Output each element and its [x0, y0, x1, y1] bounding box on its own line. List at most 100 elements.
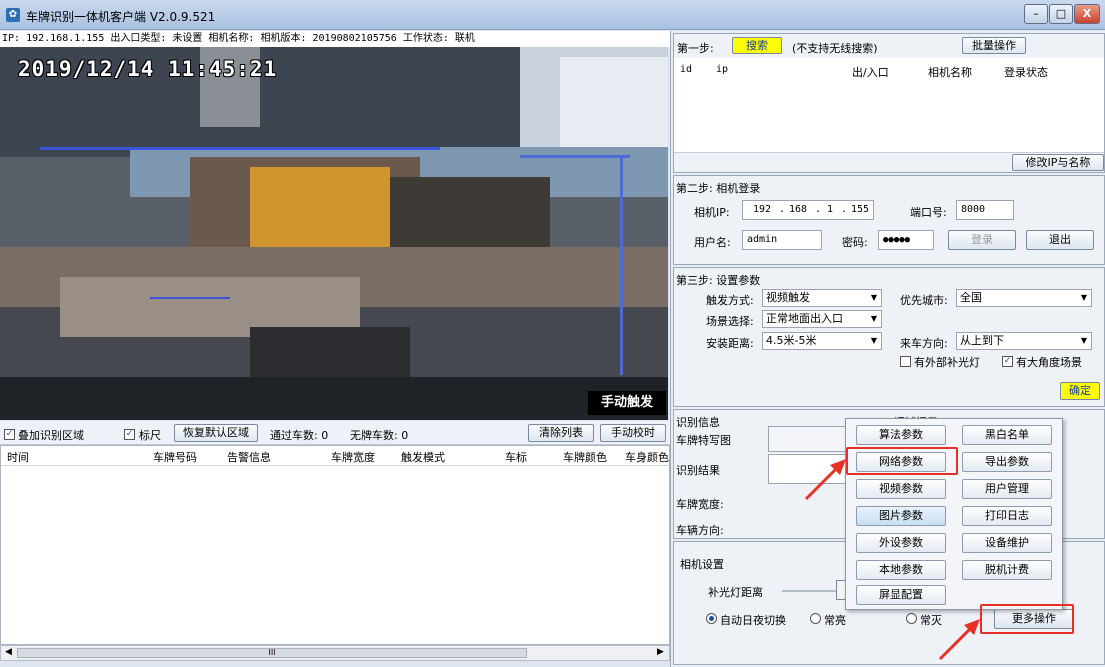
- column-header[interactable]: 时间: [7, 449, 29, 465]
- external-light-label: 有外部补光灯: [914, 356, 980, 369]
- device-maintenance-button[interactable]: 设备维护: [962, 533, 1052, 553]
- video-params-button[interactable]: 视频参数: [856, 479, 946, 499]
- column-header[interactable]: 触发模式: [401, 449, 445, 465]
- video-timestamp: 2019/12/14 11:45:21: [18, 57, 278, 81]
- column-header[interactable]: 车牌颜色: [563, 449, 607, 465]
- always-off-radio[interactable]: [906, 613, 917, 624]
- overlay-region-label: 叠加识别区域: [18, 429, 84, 442]
- column-header[interactable]: 车牌号码: [153, 449, 197, 465]
- port-label: 端口号:: [910, 206, 947, 219]
- manual-trigger-overlay[interactable]: 手动触发: [588, 391, 666, 415]
- video-preview[interactable]: 2019/12/14 11:45:21 手动触发: [0, 47, 668, 420]
- ruler-label: 标尺: [139, 429, 161, 442]
- column-header[interactable]: id: [680, 64, 692, 75]
- print-log-button[interactable]: 打印日志: [962, 506, 1052, 526]
- passed-count-label: 通过车数: 0: [270, 429, 329, 442]
- red-arrow-icon: [938, 619, 980, 661]
- screen-display-config-button[interactable]: 屏显配置: [856, 585, 946, 605]
- checkbox-checked-icon: ✓: [1002, 355, 1013, 367]
- app-icon: ✿: [6, 8, 20, 22]
- column-header[interactable]: 车身颜色: [625, 449, 669, 465]
- step2-title: 第二步: 相机登录: [676, 182, 761, 195]
- logout-button[interactable]: 退出: [1026, 230, 1094, 250]
- table-header: 时间 车牌号码 告警信息 车牌宽度 触发模式 车标 车牌颜色 车身颜色: [1, 446, 669, 466]
- step3-title: 第三步: 设置参数: [676, 274, 761, 287]
- manual-calibrate-button[interactable]: 手动校时: [600, 424, 666, 442]
- port-input[interactable]: 8000: [956, 200, 1014, 220]
- horizontal-scrollbar[interactable]: ◀ III ▶: [0, 645, 670, 661]
- login-button[interactable]: 登录: [948, 230, 1016, 250]
- peripheral-params-button[interactable]: 外设参数: [856, 533, 946, 553]
- algorithm-params-button[interactable]: 算法参数: [856, 425, 946, 445]
- results-table[interactable]: 时间 车牌号码 告警信息 车牌宽度 触发模式 车标 车牌颜色 车身颜色: [0, 445, 670, 645]
- auto-daynight-radio[interactable]: [706, 613, 717, 624]
- scene-label: 场景选择:: [706, 315, 754, 328]
- trigger-mode-label: 触发方式:: [706, 294, 754, 307]
- wide-angle-label: 有大角度场景: [1016, 356, 1082, 369]
- dropdown-arrow-icon: ▼: [1080, 293, 1087, 302]
- more-operations-highlight: [980, 604, 1074, 634]
- offline-billing-button[interactable]: 脱机计费: [962, 560, 1052, 580]
- column-header[interactable]: ip: [716, 64, 728, 75]
- column-header[interactable]: 车牌宽度: [331, 449, 375, 465]
- ip-octet: 1: [827, 204, 834, 215]
- red-arrow-icon: [804, 459, 846, 501]
- step1-label: 第一步:: [677, 42, 714, 55]
- trigger-mode-select[interactable]: 视频触发 ▼: [762, 289, 882, 307]
- maximize-button[interactable]: □: [1049, 4, 1073, 24]
- plate-image-label: 车牌特写图: [676, 434, 731, 447]
- always-on-radio[interactable]: [810, 613, 821, 624]
- clear-list-button[interactable]: 清除列表: [528, 424, 594, 442]
- ruler-checkbox[interactable]: ✓: [124, 427, 135, 440]
- search-button[interactable]: 搜索: [732, 37, 782, 54]
- column-header[interactable]: 登录状态: [1004, 64, 1048, 80]
- username-label: 用户名:: [694, 236, 731, 249]
- always-on-label: 常亮: [824, 614, 846, 627]
- recognition-title: 识别信息: [676, 416, 720, 429]
- scroll-thumb[interactable]: III: [17, 648, 527, 658]
- dropdown-arrow-icon: ▼: [870, 293, 877, 302]
- column-header[interactable]: 出/入口: [852, 64, 889, 80]
- step3-panel: 第三步: 设置参数 触发方式: 视频触发 ▼ 优先城市: 全国 ▼ 场景选择: 正常…: [673, 267, 1105, 407]
- ip-octet: 192: [753, 204, 772, 215]
- result-label: 识别结果: [676, 464, 720, 477]
- scroll-right-icon[interactable]: ▶: [657, 647, 664, 657]
- username-input[interactable]: admin: [742, 230, 822, 250]
- auto-daynight-label: 自动日夜切换: [720, 614, 786, 627]
- network-params-highlight: [846, 447, 958, 475]
- blacklist-whitelist-button[interactable]: 黑白名单: [962, 425, 1052, 445]
- password-label: 密码:: [842, 236, 868, 249]
- wide-angle-checkbox[interactable]: ✓: [1002, 354, 1013, 367]
- local-params-button[interactable]: 本地参数: [856, 560, 946, 580]
- overlay-region-checkbox[interactable]: ✓: [4, 427, 15, 440]
- column-header[interactable]: 告警信息: [227, 449, 271, 465]
- user-management-button[interactable]: 用户管理: [962, 479, 1052, 499]
- image-params-button[interactable]: 图片参数: [856, 506, 946, 526]
- scene-select[interactable]: 正常地面出入口 ▼: [762, 310, 882, 328]
- no-plate-count-label: 无牌车数: 0: [350, 429, 409, 442]
- camera-frame-image: [0, 47, 668, 420]
- priority-city-select[interactable]: 全国 ▼: [956, 289, 1092, 307]
- search-note: (不支持无线搜索): [792, 42, 878, 55]
- column-header[interactable]: 相机名称: [928, 64, 972, 80]
- password-input[interactable]: ●●●●●: [878, 230, 934, 250]
- external-light-checkbox[interactable]: [900, 354, 911, 367]
- scroll-left-icon[interactable]: ◀: [5, 647, 12, 657]
- modify-ip-name-button[interactable]: 修改IP与名称: [1012, 154, 1104, 171]
- confirm-button[interactable]: 确定: [1060, 382, 1100, 400]
- camera-ip-label: 相机IP:: [694, 206, 730, 219]
- restore-region-button[interactable]: 恢复默认区域: [174, 424, 258, 442]
- vehicle-direction-select[interactable]: 从上到下 ▼: [956, 332, 1092, 350]
- export-params-button[interactable]: 导出参数: [962, 452, 1052, 472]
- checkbox-unchecked-icon: [900, 355, 911, 367]
- column-header[interactable]: 车标: [505, 449, 527, 465]
- batch-operation-button[interactable]: 批量操作: [962, 37, 1026, 54]
- fill-light-label: 补光灯距离: [708, 586, 763, 599]
- title-bar: ✿ 车牌识别一体机客户端 V2.0.9.521 – □ X: [0, 0, 1105, 30]
- radio-selected-icon: [709, 616, 714, 621]
- install-distance-select[interactable]: 4.5米-5米 ▼: [762, 332, 882, 350]
- camera-ip-input[interactable]: 192 . 168 . 1 . 155: [742, 200, 874, 220]
- minimize-button[interactable]: –: [1024, 4, 1048, 24]
- window-title: 车牌识别一体机客户端 V2.0.9.521: [26, 10, 216, 24]
- close-button[interactable]: X: [1074, 4, 1100, 24]
